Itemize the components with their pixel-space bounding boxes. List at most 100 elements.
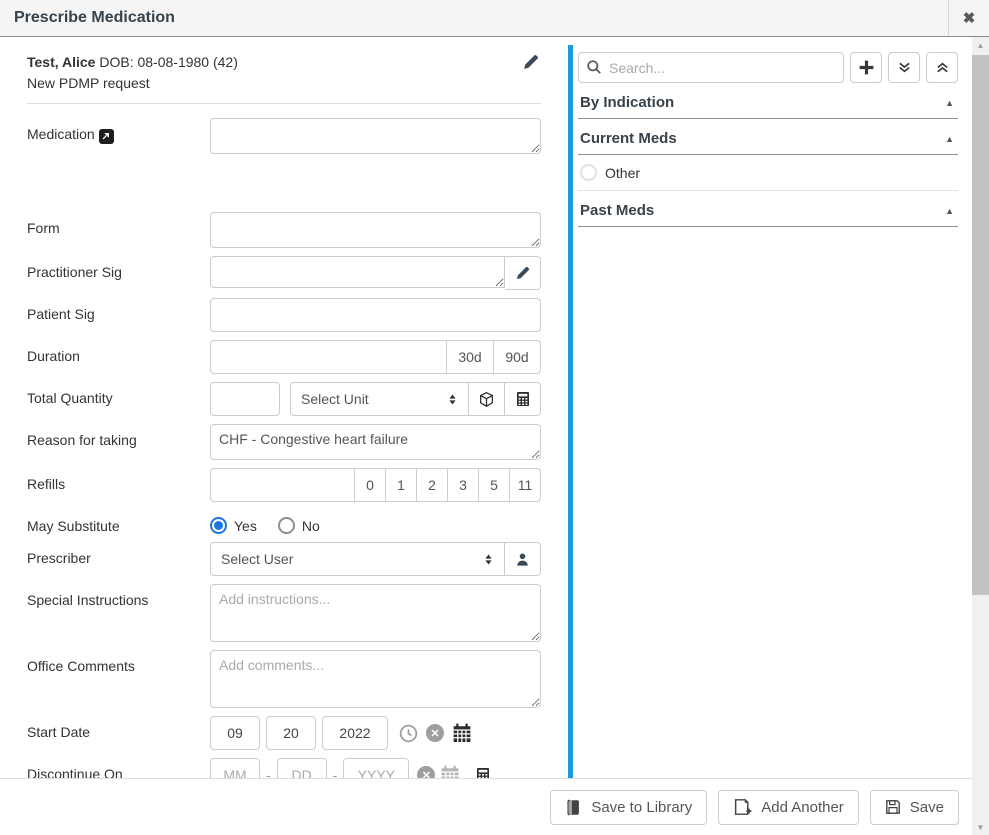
close-button[interactable]: ✖ (948, 0, 989, 36)
reason-row: Reason for taking CHF - Congestive heart… (27, 424, 541, 460)
modal-titlebar: Prescribe Medication ✖ (0, 0, 989, 37)
save-to-library-button[interactable]: Save to Library (550, 790, 707, 825)
external-link-icon[interactable] (99, 129, 114, 144)
medication-search-input[interactable] (578, 52, 844, 83)
double-chevron-down-icon (897, 60, 912, 75)
section-by-indication[interactable]: By Indication ▲ (578, 83, 958, 119)
duration-30d-button[interactable]: 30d (447, 340, 494, 374)
duration-label: Duration (27, 340, 210, 374)
medication-row: Medication (27, 118, 541, 154)
form-input[interactable] (210, 212, 541, 248)
floppy-disk-icon (885, 799, 901, 815)
edit-sig-button[interactable] (505, 256, 541, 290)
special-instructions-row: Special Instructions (27, 584, 541, 642)
refills-5-button[interactable]: 5 (479, 468, 510, 502)
sidebar-accent-bar (568, 45, 573, 778)
dispense-unit-button[interactable] (469, 382, 505, 416)
scrollbar-thumb[interactable] (972, 55, 989, 595)
section-past-meds[interactable]: Past Meds ▲ (578, 191, 958, 227)
add-another-button[interactable]: Add Another (718, 790, 859, 825)
practitioner-sig-row: Practitioner Sig (27, 256, 541, 290)
discontinue-month-input[interactable] (210, 758, 260, 778)
save-button[interactable]: Save (870, 790, 959, 825)
duration-row: Duration 30d 90d (27, 340, 541, 374)
vertical-scrollbar[interactable]: ▲ ▼ (972, 37, 989, 835)
prescribe-medication-modal: Prescribe Medication ✖ Test, Alice DOB: … (0, 0, 989, 835)
edit-patient-button[interactable] (520, 52, 541, 73)
refills-11-button[interactable]: 11 (510, 468, 541, 502)
refills-row: Refills 0 1 2 3 5 11 (27, 468, 541, 502)
double-chevron-up-icon (935, 60, 950, 75)
discontinue-year-input[interactable] (343, 758, 409, 778)
refills-input[interactable] (210, 468, 355, 502)
discontinue-on-row: Discontinue On - - ✕ (27, 758, 541, 778)
medication-input[interactable] (210, 118, 541, 154)
x-icon: ✕ (430, 727, 439, 740)
scroll-up-arrow[interactable]: ▲ (972, 37, 989, 53)
prescriber-label: Prescriber (27, 542, 210, 576)
discontinue-day-input[interactable] (277, 758, 327, 778)
patient-info-line: Test, Alice DOB: 08-08-1980 (42) (27, 52, 520, 73)
x-icon: ✕ (422, 769, 431, 779)
current-meds-item-other[interactable]: Other (578, 155, 958, 191)
substitute-yes-label: Yes (234, 518, 257, 534)
substitute-no-radio[interactable] (278, 517, 295, 534)
substitute-yes-radio[interactable] (210, 517, 227, 534)
duration-input[interactable] (210, 340, 447, 374)
start-date-year-input[interactable] (322, 716, 388, 750)
discontinue-calendar-button[interactable] (440, 765, 460, 778)
other-label: Other (605, 165, 640, 181)
plus-icon (858, 59, 875, 76)
refills-label: Refills (27, 468, 210, 502)
start-date-clear-button[interactable]: ✕ (426, 724, 444, 742)
refills-0-button[interactable]: 0 (355, 468, 386, 502)
new-pdmp-request-link[interactable]: New PDMP request (27, 73, 520, 94)
start-date-now-button[interactable] (399, 724, 418, 743)
prescriber-select[interactable]: Select User (210, 542, 505, 576)
special-instructions-input[interactable] (210, 584, 541, 642)
refills-2-button[interactable]: 2 (417, 468, 448, 502)
total-quantity-input[interactable] (210, 382, 280, 416)
discontinue-clear-button[interactable]: ✕ (417, 766, 435, 778)
patient-sig-input[interactable] (210, 298, 541, 332)
refills-3-button[interactable]: 3 (448, 468, 479, 502)
clock-icon (399, 724, 418, 743)
may-substitute-label: May Substitute (27, 510, 210, 534)
patient-sig-label: Patient Sig (27, 298, 210, 332)
prescription-form: Medication Form Practitioner Sig (27, 118, 541, 778)
start-date-calendar-button[interactable] (452, 723, 472, 743)
prescription-form-pane: Test, Alice DOB: 08-08-1980 (42) New PDM… (0, 37, 568, 778)
practitioner-sig-input[interactable] (210, 256, 505, 288)
caret-up-icon: ▲ (945, 98, 954, 108)
calculator-button[interactable] (505, 382, 541, 416)
calendar-icon (452, 723, 472, 743)
reason-input[interactable]: CHF - Congestive heart failure (210, 424, 541, 460)
patient-dob: DOB: 08-08-1980 (42) (99, 54, 238, 70)
collapse-all-button[interactable] (926, 52, 958, 83)
expand-all-button[interactable] (888, 52, 920, 83)
close-icon: ✖ (963, 9, 976, 27)
book-icon (565, 799, 582, 816)
may-substitute-row: May Substitute Yes No (27, 510, 541, 534)
total-quantity-label: Total Quantity (27, 382, 210, 416)
unit-select[interactable]: Select Unit (290, 382, 469, 416)
other-radio[interactable] (580, 164, 597, 181)
office-comments-label: Office Comments (27, 650, 210, 708)
start-date-day-input[interactable] (266, 716, 316, 750)
special-instructions-label: Special Instructions (27, 584, 210, 642)
start-date-month-input[interactable] (210, 716, 260, 750)
office-comments-input[interactable] (210, 650, 541, 708)
scroll-down-arrow[interactable]: ▼ (972, 819, 989, 835)
medication-library-sidebar: By Indication ▲ Current Meds ▲ Other Pas… (568, 37, 972, 778)
discontinue-calculator-button[interactable] (475, 767, 491, 778)
person-icon (515, 552, 530, 567)
reason-label: Reason for taking (27, 424, 210, 460)
modal-footer: Save to Library Add Another Save (0, 778, 972, 835)
updown-icon (483, 552, 494, 567)
pencil-icon (515, 266, 530, 281)
duration-90d-button[interactable]: 90d (494, 340, 541, 374)
section-current-meds[interactable]: Current Meds ▲ (578, 119, 958, 155)
add-medication-button[interactable] (850, 52, 882, 83)
select-user-button[interactable] (505, 542, 541, 576)
refills-1-button[interactable]: 1 (386, 468, 417, 502)
